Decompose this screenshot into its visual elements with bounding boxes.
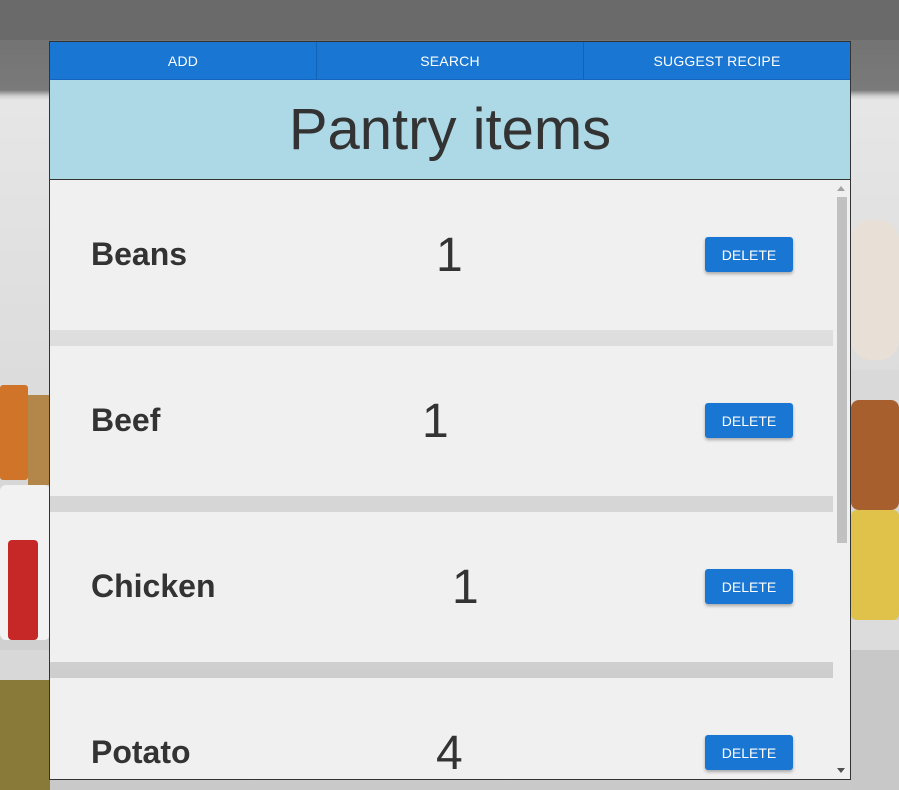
pantry-list: Beans 1 DELETE Beef 1 DELETE Chicken 1 D… <box>50 180 833 779</box>
pantry-list-scroll-area[interactable]: Beans 1 DELETE Beef 1 DELETE Chicken 1 D… <box>50 180 850 779</box>
scroll-down-arrow-icon[interactable] <box>837 768 845 773</box>
delete-button[interactable]: DELETE <box>705 403 793 438</box>
list-item: Potato 4 DELETE <box>50 678 833 779</box>
scroll-up-arrow-icon[interactable] <box>837 186 845 191</box>
delete-button[interactable]: DELETE <box>705 735 793 770</box>
pantry-app-window: ADD SEARCH SUGGEST RECIPE Pantry items B… <box>49 41 851 780</box>
item-quantity: 1 <box>422 395 449 448</box>
delete-button[interactable]: DELETE <box>705 237 793 272</box>
scrollbar-thumb[interactable] <box>837 197 847 543</box>
list-item: Chicken 1 DELETE <box>50 512 833 662</box>
add-button[interactable]: ADD <box>50 42 317 79</box>
item-name: Chicken <box>91 568 216 604</box>
list-item: Beans 1 DELETE <box>50 180 833 330</box>
page-header: Pantry items <box>50 80 850 180</box>
item-name: Beef <box>91 402 161 438</box>
item-quantity: 1 <box>436 229 463 282</box>
page-title: Pantry items <box>288 97 612 162</box>
vertical-scrollbar[interactable] <box>833 180 850 779</box>
list-item: Beef 1 DELETE <box>50 346 833 496</box>
item-name: Potato <box>91 734 191 770</box>
item-quantity: 4 <box>436 727 463 779</box>
item-name: Beans <box>91 236 188 272</box>
item-quantity: 1 <box>452 561 479 614</box>
suggest-recipe-button[interactable]: SUGGEST RECIPE <box>584 42 850 79</box>
search-button[interactable]: SEARCH <box>317 42 584 79</box>
top-navigation-bar: ADD SEARCH SUGGEST RECIPE <box>50 42 850 80</box>
delete-button[interactable]: DELETE <box>705 569 793 604</box>
